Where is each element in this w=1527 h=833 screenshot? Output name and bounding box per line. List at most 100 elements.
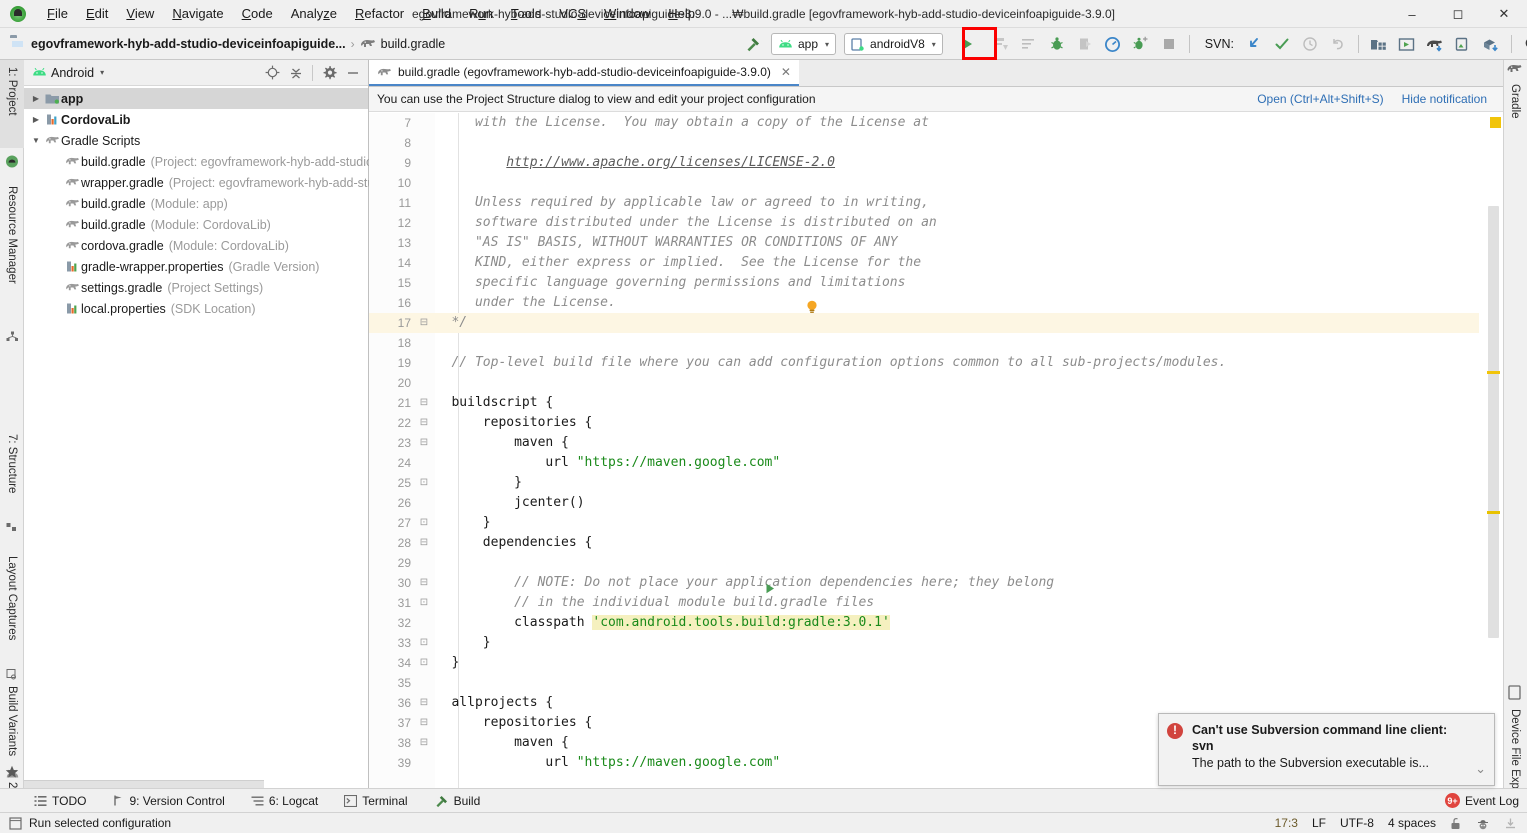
file-encoding[interactable]: UTF-8 xyxy=(1340,816,1374,830)
menu-item-navigate[interactable]: Navigate xyxy=(163,3,232,24)
editor-tab-build-gradle[interactable]: build.gradle (egovframework-hyb-add-stud… xyxy=(369,60,799,86)
menu-item-refactor[interactable]: Refactor xyxy=(346,3,413,24)
window-controls[interactable]: – ◻ ✕ xyxy=(1389,0,1527,28)
markup-warning-mark[interactable] xyxy=(1487,371,1500,374)
avd-manager-button[interactable] xyxy=(1366,32,1392,56)
sync-project-button[interactable] xyxy=(1478,32,1504,56)
code-line[interactable]: 10 xyxy=(369,173,1479,193)
code-line[interactable]: 16 under the License. xyxy=(369,293,1479,313)
code-line[interactable]: 29 xyxy=(369,553,1479,573)
code-line[interactable]: 33⊡ } xyxy=(369,633,1479,653)
code-line[interactable]: 36⊟ allprojects { xyxy=(369,693,1479,713)
hide-panel-icon[interactable] xyxy=(342,63,364,83)
tree-item-cordova-gradle[interactable]: cordova.gradle(Module: CordovaLib) xyxy=(24,235,368,256)
code-line[interactable]: 8 xyxy=(369,133,1479,153)
menu-item-view[interactable]: View xyxy=(117,3,163,24)
device-manager-button[interactable] xyxy=(1450,32,1476,56)
code-lines[interactable]: 7 with the License. You may obtain a cop… xyxy=(369,113,1479,788)
sidebar-item-structure[interactable]: 7: Structure xyxy=(0,430,24,514)
module-selector[interactable]: app ▾ xyxy=(771,33,836,55)
menu-bar[interactable]: FileEditViewNavigateCodeAnalyzeRefactorB… xyxy=(38,3,704,24)
code-line[interactable]: 35 xyxy=(369,673,1479,693)
code-editor[interactable]: 7 with the License. You may obtain a cop… xyxy=(369,113,1503,788)
sidebar-item-gradle[interactable]: Gradle xyxy=(1503,80,1527,132)
tree-item-local-properties[interactable]: local.properties(SDK Location) xyxy=(24,298,368,319)
markup-warning-mark[interactable] xyxy=(1487,511,1500,514)
event-log-button[interactable]: 9+Event Log xyxy=(1445,793,1519,808)
menu-item-run[interactable]: Run xyxy=(460,3,502,24)
code-line[interactable]: 12 software distributed under the Licens… xyxy=(369,213,1479,233)
menu-item-file[interactable]: File xyxy=(38,3,77,24)
profiler-button[interactable] xyxy=(1100,32,1126,56)
indent-setting[interactable]: 4 spaces xyxy=(1388,816,1436,830)
tree-expand-arrow-open-icon[interactable]: ▼ xyxy=(28,136,44,145)
menu-item-help[interactable]: Help xyxy=(659,3,704,24)
code-line[interactable]: 11 Unless required by applicable law or … xyxy=(369,193,1479,213)
code-line[interactable]: 13 "AS IS" BASIS, WITHOUT WARRANTIES OR … xyxy=(369,233,1479,253)
notification-balloon[interactable]: ! Can't use Subversion command line clie… xyxy=(1158,713,1495,786)
project-view-selector[interactable]: Android xyxy=(51,66,94,80)
bottom-tab-build[interactable]: Build xyxy=(430,792,485,810)
stop-button[interactable] xyxy=(1156,32,1182,56)
sidebar-item-resource-manager[interactable]: Resource Manager xyxy=(0,182,24,322)
code-line[interactable]: 25⊡ } xyxy=(369,473,1479,493)
code-line[interactable]: 14 KIND, either express or implied. See … xyxy=(369,253,1479,273)
editor-markup-scrollbar[interactable] xyxy=(1479,113,1503,788)
locate-icon[interactable] xyxy=(261,63,283,83)
code-line[interactable]: 34⊡ } xyxy=(369,653,1479,673)
line-separator[interactable]: LF xyxy=(1312,816,1326,830)
code-line[interactable]: 24 url "https://maven.google.com" xyxy=(369,453,1479,473)
tree-item-gradle-scripts[interactable]: ▼Gradle Scripts xyxy=(24,130,368,151)
tree-item-settings-gradle[interactable]: settings.gradle(Project Settings) xyxy=(24,277,368,298)
chevron-down-icon[interactable]: ⌄ xyxy=(1475,761,1486,777)
code-line[interactable]: 15 specific language governing permissio… xyxy=(369,273,1479,293)
code-line[interactable]: 18 xyxy=(369,333,1479,353)
intention-bulb-icon[interactable] xyxy=(806,300,818,317)
search-icon[interactable] xyxy=(1519,32,1527,56)
code-line[interactable]: 21⊟ buildscript { xyxy=(369,393,1479,413)
tree-expand-arrow-closed-icon[interactable]: ▶ xyxy=(28,115,44,124)
code-line[interactable]: 19 // Top-level build file where you can… xyxy=(369,353,1479,373)
download-icon[interactable] xyxy=(1504,817,1517,830)
chevron-down-icon[interactable]: ▾ xyxy=(100,68,104,77)
tree-item-build-gradle[interactable]: build.gradle(Project: egovframework-hyb-… xyxy=(24,151,368,172)
bottom-tab-terminal[interactable]: Terminal xyxy=(340,792,411,810)
close-button[interactable]: ✕ xyxy=(1481,0,1527,28)
svn-commit-button[interactable] xyxy=(1269,32,1295,56)
device-selector[interactable]: androidV8 ▾ xyxy=(844,33,943,55)
collapse-all-icon[interactable] xyxy=(285,63,307,83)
gear-icon[interactable] xyxy=(318,63,340,83)
code-line[interactable]: 20 xyxy=(369,373,1479,393)
menu-item-analyze[interactable]: Analyze xyxy=(282,3,346,24)
debug-button[interactable] xyxy=(1044,32,1070,56)
sidebar-item-layout-captures[interactable]: Layout Captures xyxy=(0,552,24,662)
code-line[interactable]: 22⊟ repositories { xyxy=(369,413,1479,433)
run-button[interactable] xyxy=(954,32,980,56)
code-line[interactable]: 32 classpath 'com.android.tools.build:gr… xyxy=(369,613,1479,633)
breadcrumb-file[interactable]: build.gradle xyxy=(381,37,446,51)
build-hammer-button[interactable] xyxy=(740,32,766,56)
bottom-tab-6-logcat[interactable]: 6: Logcat xyxy=(247,792,322,810)
breadcrumb-project[interactable]: egovframework-hyb-add-studio-deviceinfoa… xyxy=(31,37,346,51)
svn-history-button[interactable] xyxy=(1297,32,1323,56)
open-project-structure-link[interactable]: Open (Ctrl+Alt+Shift+S) xyxy=(1257,92,1383,106)
close-icon[interactable]: ✕ xyxy=(781,65,791,79)
bottom-tab-9-version-control[interactable]: 9: Version Control xyxy=(108,792,228,810)
code-line[interactable]: 17⊟ */ xyxy=(369,313,1479,333)
maximize-button[interactable]: ◻ xyxy=(1435,0,1481,28)
tree-item-gradle-wrapper-properties[interactable]: gradle-wrapper.properties(Gradle Version… xyxy=(24,256,368,277)
attach-debugger-button[interactable] xyxy=(1128,32,1154,56)
sidebar-item-project[interactable]: 1: Project xyxy=(0,60,24,148)
unlocked-padlock-icon[interactable] xyxy=(1450,817,1462,830)
menu-item-code[interactable]: Code xyxy=(233,3,282,24)
menu-item-vcs[interactable]: VCS xyxy=(550,3,595,24)
bottom-tab-todo[interactable]: TODO xyxy=(30,792,90,810)
apply-changes-button[interactable] xyxy=(988,32,1014,56)
hide-notification-link[interactable]: Hide notification xyxy=(1402,92,1487,106)
apply-code-changes-button[interactable] xyxy=(1016,32,1042,56)
tree-item-wrapper-gradle[interactable]: wrapper.gradle(Project: egovframework-hy… xyxy=(24,172,368,193)
tree-item-cordovalib[interactable]: ▶CordovaLib xyxy=(24,109,368,130)
code-line[interactable]: 26 jcenter() xyxy=(369,493,1479,513)
sdk-manager-button[interactable] xyxy=(1422,32,1448,56)
scrollbar-thumb[interactable] xyxy=(1488,206,1499,638)
